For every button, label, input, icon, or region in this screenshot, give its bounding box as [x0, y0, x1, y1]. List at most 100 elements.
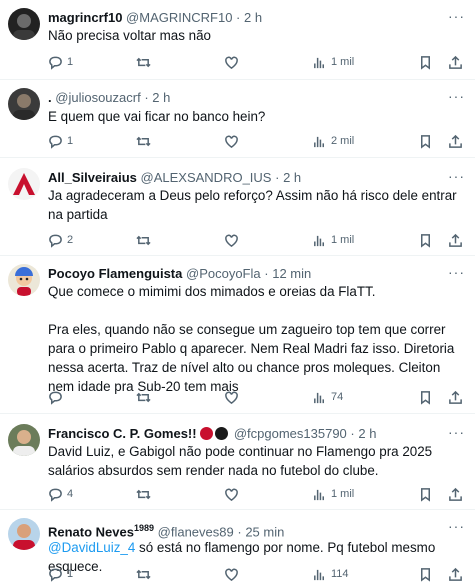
share-button[interactable]	[448, 566, 463, 582]
tweet[interactable]: Pocoyo Flamenguista @PocoyoFla · 12 min …	[0, 256, 475, 414]
retweet-button[interactable]	[136, 389, 151, 405]
avatar[interactable]	[8, 264, 40, 296]
more-icon[interactable]: ···	[448, 88, 465, 104]
author-name[interactable]: .	[48, 90, 52, 105]
like-icon	[225, 234, 238, 247]
views-icon	[314, 489, 324, 500]
views-count: 1 mil	[331, 488, 355, 500]
avatar[interactable]	[8, 424, 40, 456]
avatar[interactable]	[8, 518, 40, 550]
author-handle[interactable]: @ALEXSANDRO_IUS	[141, 170, 272, 185]
action-bar: 4 1 mil	[48, 486, 468, 502]
retweet-button[interactable]	[136, 232, 151, 248]
tweet-text: E quem que vai ficar no banco hein?	[48, 109, 266, 124]
more-icon[interactable]: ···	[448, 424, 465, 440]
timestamp[interactable]: 2 h	[152, 90, 170, 105]
views-icon	[314, 392, 324, 403]
more-icon[interactable]: ···	[448, 8, 465, 24]
share-button[interactable]	[448, 54, 463, 70]
like-button[interactable]	[224, 232, 239, 248]
author-handle[interactable]: @fcpgomes135790	[234, 426, 347, 441]
like-button[interactable]	[224, 133, 239, 149]
avatar[interactable]	[8, 8, 40, 40]
tweet[interactable]: magrincrf10 @MAGRINCRF10 · 2 h ··· Não p…	[0, 0, 475, 80]
action-bar: 1 114	[48, 566, 468, 582]
bookmark-button[interactable]	[418, 133, 433, 149]
bookmark-button[interactable]	[418, 486, 433, 502]
views-icon	[314, 569, 324, 580]
bookmark-button[interactable]	[418, 232, 433, 248]
share-button[interactable]	[448, 232, 463, 248]
tweet[interactable]: . @juliosouzacrf · 2 h ··· E quem que va…	[0, 80, 475, 158]
bookmark-icon	[421, 55, 430, 70]
retweet-button[interactable]	[136, 486, 151, 502]
views-button[interactable]: 114	[312, 566, 349, 582]
bookmark-button[interactable]	[418, 54, 433, 70]
reply-button[interactable]: 1	[48, 566, 73, 582]
avatar[interactable]	[8, 88, 40, 120]
author-name-superscript: 1989	[133, 523, 155, 533]
author-handle[interactable]: @MAGRINCRF10	[126, 10, 232, 25]
tweet-text: Não precisa voltar mas não	[48, 28, 211, 43]
views-button[interactable]: 1 mil	[312, 486, 354, 502]
views-button[interactable]: 1 mil	[312, 232, 354, 248]
retweet-button[interactable]	[136, 133, 151, 149]
retweet-button[interactable]	[136, 566, 151, 582]
reply-button[interactable]: 1	[48, 54, 73, 70]
more-icon[interactable]: ···	[448, 518, 465, 534]
author-name[interactable]: All_Silveiraius	[48, 170, 137, 185]
separator-dot: ·	[350, 426, 355, 441]
retweet-icon	[136, 235, 151, 245]
like-button[interactable]	[224, 566, 239, 582]
tweet[interactable]: Francisco C. P. Gomes!! @fcpgomes135790 …	[0, 414, 475, 510]
views-button[interactable]: 74	[312, 389, 343, 405]
like-button[interactable]	[224, 486, 239, 502]
views-button[interactable]: 2 mil	[312, 133, 354, 149]
share-icon	[449, 390, 462, 404]
share-icon	[449, 55, 462, 69]
bookmark-icon	[421, 390, 430, 405]
reply-button[interactable]: 1	[48, 133, 73, 149]
bookmark-button[interactable]	[418, 566, 433, 582]
bookmark-icon	[421, 134, 430, 149]
mention-link[interactable]: @DavidLuiz_4	[48, 540, 135, 555]
action-bar: 2 1 mil	[48, 232, 468, 248]
author-handle[interactable]: @PocoyoFla	[186, 266, 261, 281]
share-button[interactable]	[448, 486, 463, 502]
separator-dot: ·	[236, 10, 241, 25]
avatar[interactable]	[8, 168, 40, 200]
like-button[interactable]	[224, 389, 239, 405]
tweet-header: Francisco C. P. Gomes!! @fcpgomes135790 …	[48, 426, 376, 442]
more-icon[interactable]: ···	[448, 168, 465, 184]
timestamp[interactable]: 2 h	[358, 426, 376, 441]
action-bar: 74	[48, 389, 468, 405]
like-button[interactable]	[224, 54, 239, 70]
bookmark-icon	[421, 567, 430, 582]
reply-icon	[49, 391, 62, 405]
separator-dot: ·	[144, 90, 149, 105]
retweet-button[interactable]	[136, 54, 151, 70]
tweet[interactable]: All_Silveiraius @ALEXSANDRO_IUS · 2 h ··…	[0, 158, 475, 256]
author-name[interactable]: magrincrf10	[48, 10, 122, 25]
author-name[interactable]: Francisco C. P. Gomes!!	[48, 426, 197, 441]
timestamp[interactable]: 12 min	[272, 266, 311, 281]
author-handle[interactable]: @juliosouzacrf	[55, 90, 140, 105]
separator-dot: ·	[264, 266, 269, 281]
reply-button[interactable]: 4	[48, 486, 73, 502]
flag-icon	[215, 427, 229, 440]
like-icon	[225, 488, 238, 501]
timestamp[interactable]: 2 h	[283, 170, 301, 185]
share-button[interactable]	[448, 133, 463, 149]
author-name[interactable]: Pocoyo Flamenguista	[48, 266, 182, 281]
reply-button[interactable]	[48, 389, 67, 405]
reply-count: 1	[67, 56, 74, 68]
more-icon[interactable]: ···	[448, 264, 465, 280]
tweet-text: David Luiz, e Gabigol não pode continuar…	[48, 444, 436, 478]
views-button[interactable]: 1 mil	[312, 54, 354, 70]
bookmark-icon	[421, 487, 430, 502]
share-button[interactable]	[448, 389, 463, 405]
tweet[interactable]: Renato Neves1989 @flaneves89 · 25 min ··…	[0, 510, 475, 582]
reply-button[interactable]: 2	[48, 232, 73, 248]
bookmark-button[interactable]	[418, 389, 433, 405]
timestamp[interactable]: 2 h	[244, 10, 262, 25]
